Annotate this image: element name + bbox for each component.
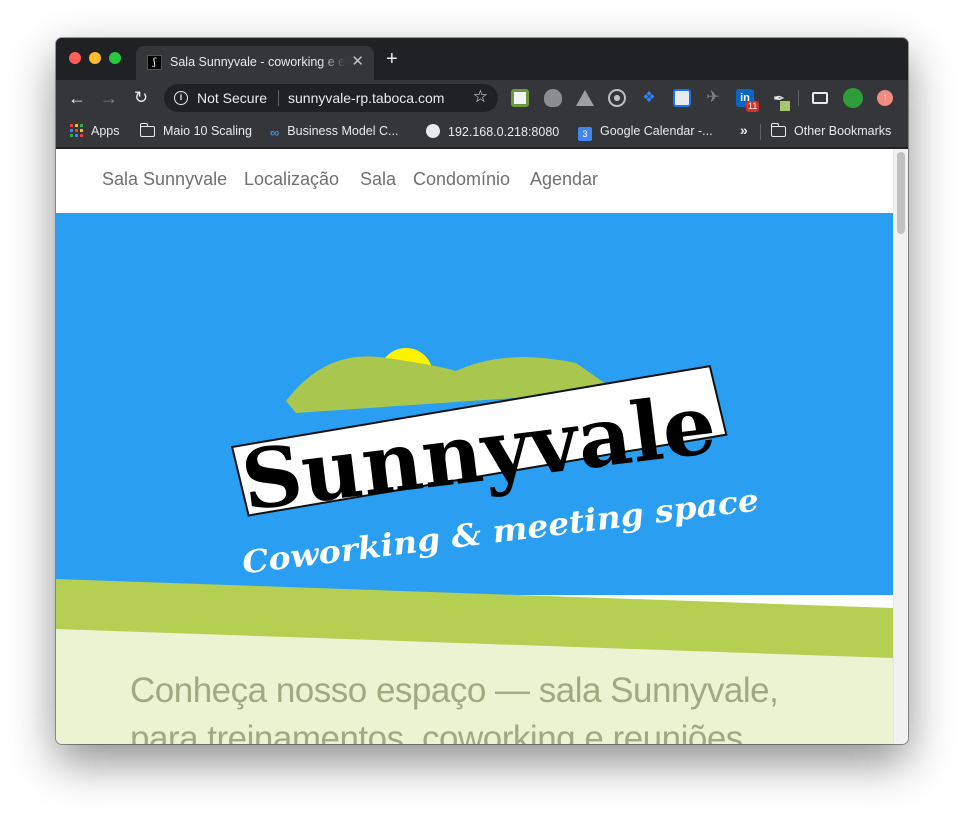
bookmark-calendar[interactable]: 3 Google Calendar -... xyxy=(578,124,713,141)
tab-active[interactable]: ʃ Sala Sunnyvale - coworking e esp ✕ xyxy=(136,46,374,80)
tab-close-icon[interactable]: ✕ xyxy=(351,52,364,70)
globe-icon xyxy=(426,124,440,138)
site-favicon-icon: ʃ xyxy=(147,55,162,70)
calendar-icon: 3 xyxy=(578,127,592,141)
security-label[interactable]: Not Secure xyxy=(197,90,267,106)
bookmarks-bar: Apps Maio 10 Scaling ∞ Business Model C..… xyxy=(56,116,908,148)
dropbox-extension-icon[interactable]: ❖ xyxy=(640,89,658,107)
bookmark-label: Other Bookmarks xyxy=(794,124,892,138)
link-icon: ∞ xyxy=(270,125,280,140)
stack-extension-icon[interactable] xyxy=(673,89,691,107)
minimize-window-button[interactable] xyxy=(89,52,101,64)
toolbar-divider xyxy=(798,90,799,106)
bookmarks-divider xyxy=(760,124,761,140)
browser-toolbar: ← → ↻ i Not Secure sunnyvale-rp.taboca.c… xyxy=(56,80,908,116)
nav-sala[interactable]: Sala xyxy=(360,169,396,190)
reload-icon[interactable]: ↻ xyxy=(130,87,152,109)
bookmark-label: 192.168.0.218:8080 xyxy=(448,125,560,139)
page-scrollbar[interactable] xyxy=(893,149,908,744)
sheets-extension-icon[interactable] xyxy=(511,89,529,107)
drive-extension-icon[interactable] xyxy=(576,90,594,106)
hero-banner: Sunnyvale Coworking & meeting space xyxy=(56,213,893,595)
back-arrow-icon[interactable]: ← xyxy=(66,87,88,109)
nav-localizacao[interactable]: Localização xyxy=(244,169,339,190)
close-window-button[interactable] xyxy=(69,52,81,64)
target-extension-icon[interactable] xyxy=(608,89,626,107)
bookmarks-overflow-icon[interactable]: » xyxy=(740,122,748,138)
info-icon[interactable]: i xyxy=(174,91,188,105)
nav-sala-sunnyvale[interactable]: Sala Sunnyvale xyxy=(102,169,227,190)
bookmark-ip[interactable]: 192.168.0.218:8080 xyxy=(426,124,559,139)
rocket-extension-icon[interactable]: ✈ xyxy=(704,89,722,107)
scrollbar-thumb[interactable] xyxy=(897,152,905,234)
bookmark-label: Google Calendar -... xyxy=(600,124,713,138)
page-content: Sala Sunnyvale Localização Sala Condomín… xyxy=(56,149,893,744)
folder-icon xyxy=(770,123,786,137)
tab-title: Sala Sunnyvale - coworking e esp xyxy=(170,55,346,69)
pen-extension-badge xyxy=(780,101,790,111)
url-text[interactable]: sunnyvale-rp.taboca.com xyxy=(288,90,444,106)
bookmark-star-icon[interactable]: ☆ xyxy=(473,87,488,107)
bookmark-label: Apps xyxy=(91,124,120,138)
bookmark-other[interactable]: Other Bookmarks xyxy=(770,123,892,138)
nav-condominio[interactable]: Condomínio xyxy=(413,169,510,190)
update-icon[interactable]: ↑ xyxy=(877,90,893,106)
new-tab-button[interactable]: + xyxy=(386,49,398,69)
section-headline: Conheça nosso espaço — sala Sunnyvale, p… xyxy=(130,667,830,744)
ghost-extension-icon[interactable] xyxy=(544,89,562,107)
folder-icon xyxy=(139,123,155,137)
sunnyvale-logo: Sunnyvale Coworking & meeting space xyxy=(230,348,761,581)
headline-line-1: Conheça nosso espaço — sala Sunnyvale, xyxy=(130,671,779,710)
profile-avatar[interactable] xyxy=(843,88,863,108)
nav-agendar[interactable]: Agendar xyxy=(530,169,598,190)
browser-window: ʃ Sala Sunnyvale - coworking e esp ✕ + ←… xyxy=(56,38,908,744)
headline-line-2: para treinamentos, coworking e reuniões xyxy=(130,719,743,744)
address-bar[interactable]: i Not Secure sunnyvale-rp.taboca.com ☆ xyxy=(164,84,498,112)
bookmark-label: Business Model C... xyxy=(287,124,399,138)
omnibox-separator xyxy=(278,90,279,106)
bookmark-business-model[interactable]: ∞ Business Model C... xyxy=(270,124,398,140)
cast-icon[interactable] xyxy=(812,92,828,104)
bookmark-apps[interactable]: Apps xyxy=(70,124,120,140)
apps-grid-icon xyxy=(70,124,83,140)
bookmark-maio[interactable]: Maio 10 Scaling xyxy=(139,123,252,138)
forward-arrow-icon[interactable]: → xyxy=(98,87,120,109)
linkedin-badge: 11 xyxy=(746,101,760,112)
maximize-window-button[interactable] xyxy=(109,52,121,64)
bookmark-label: Maio 10 Scaling xyxy=(163,124,252,138)
page-viewport: Sala Sunnyvale Localização Sala Condomín… xyxy=(56,149,908,744)
site-nav: Sala Sunnyvale Localização Sala Condomín… xyxy=(56,149,893,213)
tab-strip: ʃ Sala Sunnyvale - coworking e esp ✕ + xyxy=(56,38,908,80)
